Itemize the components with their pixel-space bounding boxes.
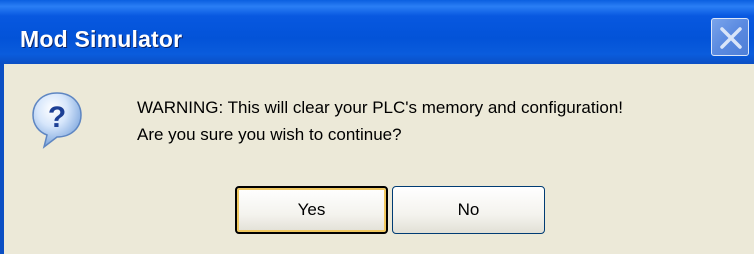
dialog-message: WARNING: This will clear your PLC's memo… [137, 94, 623, 148]
message-line-warning: WARNING: This will clear your PLC's memo… [137, 98, 624, 117]
svg-text:?: ? [48, 101, 66, 134]
question-icon: ? [30, 90, 84, 150]
close-button[interactable] [711, 18, 749, 56]
no-button[interactable]: No [392, 186, 545, 234]
message-dialog: Mod Simulator ? WARNING: This will clear… [0, 0, 754, 254]
window-left-border [0, 64, 4, 254]
window-title: Mod Simulator [20, 26, 183, 52]
message-line-question: Are you sure you wish to continue? [137, 125, 402, 144]
yes-button[interactable]: Yes [235, 186, 388, 234]
title-bar[interactable]: Mod Simulator [0, 0, 754, 64]
close-icon [720, 27, 742, 49]
